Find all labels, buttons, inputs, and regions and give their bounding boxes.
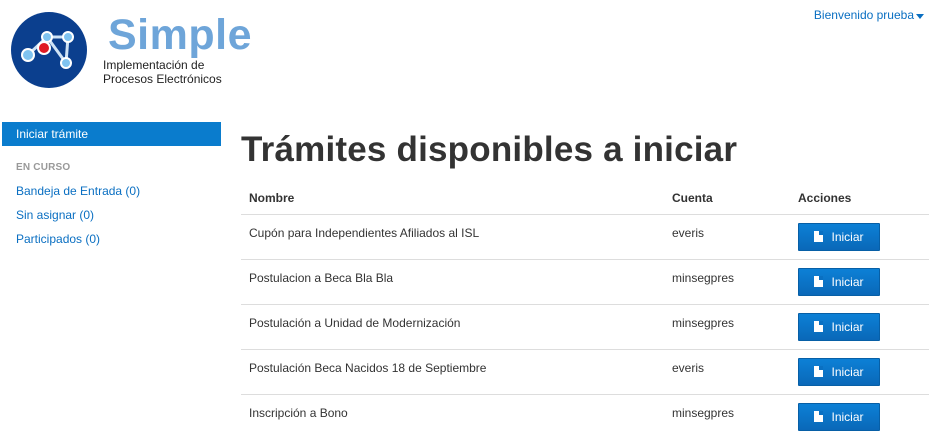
iniciar-button-label: Iniciar xyxy=(831,364,864,379)
document-icon xyxy=(814,231,824,242)
iniciar-button-label: Iniciar xyxy=(831,409,864,424)
sidebar-section-header: EN CURSO xyxy=(16,162,71,173)
brand-subtitle-line1: Implementación de xyxy=(103,58,205,72)
table-row: Postulacion a Beca Bla Bla minsegpres In… xyxy=(241,258,929,304)
cell-acciones: Iniciar xyxy=(790,393,929,436)
column-header-acciones: Acciones xyxy=(798,191,852,206)
cell-cuenta: everis xyxy=(664,348,790,394)
cell-cuenta: minsegpres xyxy=(664,393,790,436)
iniciar-button[interactable]: Iniciar xyxy=(798,222,880,251)
document-icon xyxy=(814,366,824,377)
iniciar-button[interactable]: Iniciar xyxy=(798,267,880,296)
iniciar-button[interactable]: Iniciar xyxy=(798,357,880,386)
sidebar-item-sin-asignar[interactable]: Sin asignar (0) xyxy=(2,203,221,227)
iniciar-button[interactable]: Iniciar xyxy=(798,312,880,341)
cell-acciones: Iniciar xyxy=(790,258,929,304)
cell-cuenta: minsegpres xyxy=(664,258,790,304)
brand-name: Simple xyxy=(108,11,252,59)
column-header-nombre: Nombre xyxy=(249,191,295,206)
molecule-network-icon xyxy=(11,12,87,88)
sidebar-item-iniciar-tramite[interactable]: Iniciar trámite xyxy=(2,122,221,146)
cell-nombre: Postulación Beca Nacidos 18 de Septiembr… xyxy=(241,348,664,394)
cell-cuenta: everis xyxy=(664,213,790,259)
sidebar-item-bandeja-entrada[interactable]: Bandeja de Entrada (0) xyxy=(2,179,221,203)
cell-nombre: Inscripción a Bono xyxy=(241,393,664,436)
table-row: Inscripción a Bono minsegpres Iniciar xyxy=(241,393,929,436)
table-row: Cupón para Independientes Afiliados al I… xyxy=(241,213,929,259)
sidebar: Iniciar trámite EN CURSO Bandeja de Entr… xyxy=(2,122,221,251)
cell-acciones: Iniciar xyxy=(790,213,929,259)
document-icon xyxy=(814,276,824,287)
user-menu-label: Bienvenido prueba xyxy=(813,8,914,22)
cell-acciones: Iniciar xyxy=(790,303,929,349)
cell-nombre: Cupón para Independientes Afiliados al I… xyxy=(241,213,664,259)
brand-subtitle: Implementación de Procesos Electrónicos xyxy=(103,58,222,86)
brand-subtitle-line2: Procesos Electrónicos xyxy=(103,72,222,86)
cell-nombre: Postulacion a Beca Bla Bla xyxy=(241,258,664,304)
iniciar-button-label: Iniciar xyxy=(831,274,864,289)
main-content: Trámites disponibles a iniciar Nombre Cu… xyxy=(241,128,929,436)
tramites-table: Nombre Cuenta Acciones Cupón para Indepe… xyxy=(241,183,929,436)
cell-nombre: Postulación a Unidad de Modernización xyxy=(241,303,664,349)
iniciar-button-label: Iniciar xyxy=(831,319,864,334)
cell-cuenta: minsegpres xyxy=(664,303,790,349)
column-header-cuenta: Cuenta xyxy=(672,191,713,206)
brand-logo[interactable]: Simple Implementación de Procesos Electr… xyxy=(10,10,252,90)
table-header-row: Nombre Cuenta Acciones xyxy=(241,183,929,214)
table-row: Postulación a Unidad de Modernización mi… xyxy=(241,303,929,349)
chevron-down-icon xyxy=(916,13,924,19)
document-icon xyxy=(814,411,824,422)
cell-acciones: Iniciar xyxy=(790,348,929,394)
page-title: Trámites disponibles a iniciar xyxy=(241,130,738,169)
sidebar-item-participados[interactable]: Participados (0) xyxy=(2,227,221,251)
iniciar-button-label: Iniciar xyxy=(831,229,864,244)
document-icon xyxy=(814,321,824,332)
user-menu[interactable]: Bienvenido prueba xyxy=(814,8,924,22)
iniciar-button[interactable]: Iniciar xyxy=(798,402,880,431)
table-row: Postulación Beca Nacidos 18 de Septiembr… xyxy=(241,348,929,394)
